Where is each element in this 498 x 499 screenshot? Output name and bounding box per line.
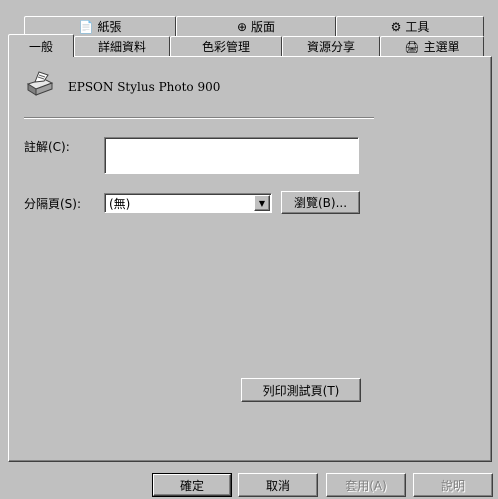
paper-icon: 📄 xyxy=(78,19,94,34)
print-test-page-button[interactable]: 列印測試頁(T) xyxy=(241,378,361,402)
tab-general-label: 一般 xyxy=(28,39,53,54)
tab-row-front: 一般 詳細資料 色彩管理 資源分享 🖨 主選單 xyxy=(0,34,498,57)
tab-sharing-label: 資源分享 xyxy=(306,40,355,54)
layout-icon: ⊕ xyxy=(236,19,248,34)
tab-main-menu[interactable]: 🖨 主選單 xyxy=(380,36,484,56)
tab-main-menu-label: 主選單 xyxy=(423,40,460,54)
tab-layout-label: 版面 xyxy=(251,20,276,34)
tab-details[interactable]: 詳細資料 xyxy=(74,36,170,56)
printer-icon xyxy=(26,71,54,96)
browse-button-label: 瀏覽(B)... xyxy=(293,196,348,210)
tab-color-management-label: 色彩管理 xyxy=(201,40,250,54)
separator-page-label: 分隔頁(S): xyxy=(24,197,82,211)
separator-page-value: (無) xyxy=(109,196,131,211)
separator-line xyxy=(24,117,374,119)
tab-paper[interactable]: 📄 紙張 xyxy=(24,16,176,36)
tab-details-label: 詳細資料 xyxy=(97,40,146,54)
tab-color-management[interactable]: 色彩管理 xyxy=(170,36,282,56)
main-menu-icon: 🖨 xyxy=(404,39,420,54)
apply-button-label: 套用(A) xyxy=(345,478,387,493)
print-test-page-label: 列印測試頁(T) xyxy=(262,383,340,398)
help-button[interactable]: 說明 xyxy=(413,473,493,497)
apply-button[interactable]: 套用(A) xyxy=(326,473,406,497)
tab-sharing[interactable]: 資源分享 xyxy=(282,36,380,56)
cancel-button[interactable]: 取消 xyxy=(238,473,318,497)
cancel-button-label: 取消 xyxy=(265,478,290,493)
ok-button[interactable]: 確定 xyxy=(152,473,232,497)
help-button-label: 說明 xyxy=(440,478,465,493)
ok-button-label: 確定 xyxy=(179,478,204,493)
tab-row-back: 📄 紙張 ⊕ 版面 ⚙ 工具 xyxy=(0,16,498,36)
tab-tools-label: 工具 xyxy=(405,20,430,34)
comment-label: 註解(C): xyxy=(24,140,70,154)
tools-icon: ⚙ xyxy=(390,19,402,34)
tab-layout[interactable]: ⊕ 版面 xyxy=(176,16,336,36)
tab-tools[interactable]: ⚙ 工具 xyxy=(336,16,484,36)
comment-input[interactable] xyxy=(104,137,359,174)
tab-paper-label: 紙張 xyxy=(97,20,122,34)
browse-button[interactable]: 瀏覽(B)... xyxy=(281,191,360,214)
chevron-down-icon[interactable]: ▼ xyxy=(254,195,270,211)
ok-button-face: 確定 xyxy=(153,474,231,496)
separator-page-select[interactable]: (無) ▼ xyxy=(104,193,272,213)
printer-name: EPSON Stylus Photo 900 xyxy=(68,80,221,94)
tab-general[interactable]: 一般 xyxy=(8,34,74,57)
